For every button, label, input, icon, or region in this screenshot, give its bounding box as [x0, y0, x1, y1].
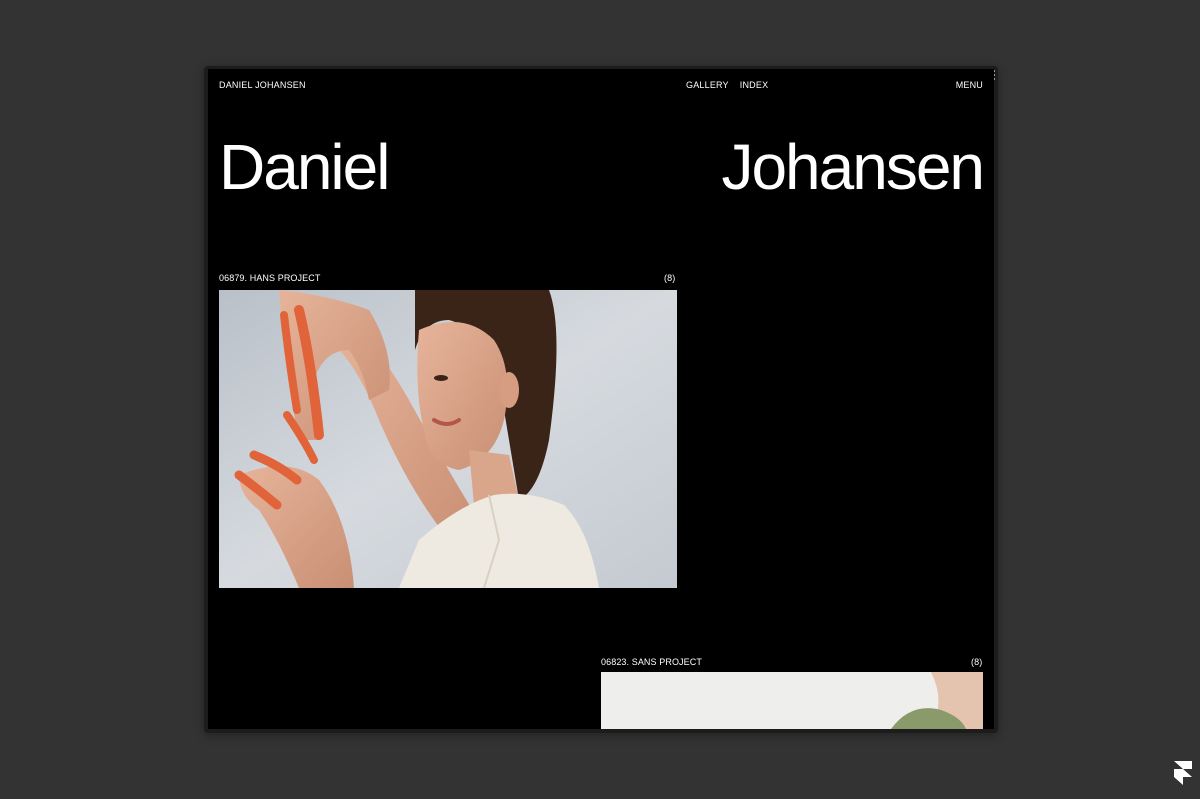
project-image — [601, 672, 983, 729]
hero-last-name: Johansen — [721, 131, 985, 203]
hero-first-name: Daniel — [219, 131, 390, 203]
project-photo-sans[interactable] — [601, 672, 983, 729]
project-title[interactable]: 06823. SANS PROJECT — [601, 657, 702, 667]
presentation-stage: DANIEL JOHANSEN GALLERY INDEX MENU Danie… — [0, 0, 1200, 799]
portrait-image — [219, 290, 677, 588]
project-count: (8) — [971, 657, 983, 667]
nav-index-link[interactable]: INDEX — [740, 80, 769, 90]
browser-mockup: DANIEL JOHANSEN GALLERY INDEX MENU Danie… — [204, 66, 998, 733]
website-screen: DANIEL JOHANSEN GALLERY INDEX MENU Danie… — [208, 69, 994, 729]
project-photo-hans[interactable] — [219, 290, 677, 588]
brand-link[interactable]: DANIEL JOHANSEN — [219, 80, 306, 90]
project-title[interactable]: 06879. HANS PROJECT — [219, 273, 320, 283]
top-nav: DANIEL JOHANSEN GALLERY INDEX MENU — [208, 69, 994, 103]
project-count: (8) — [664, 273, 676, 283]
menu-button[interactable]: MENU — [956, 80, 983, 90]
framer-logo-icon — [1174, 761, 1192, 785]
nav-links: GALLERY INDEX — [686, 80, 768, 90]
nav-gallery-link[interactable]: GALLERY — [686, 80, 729, 90]
